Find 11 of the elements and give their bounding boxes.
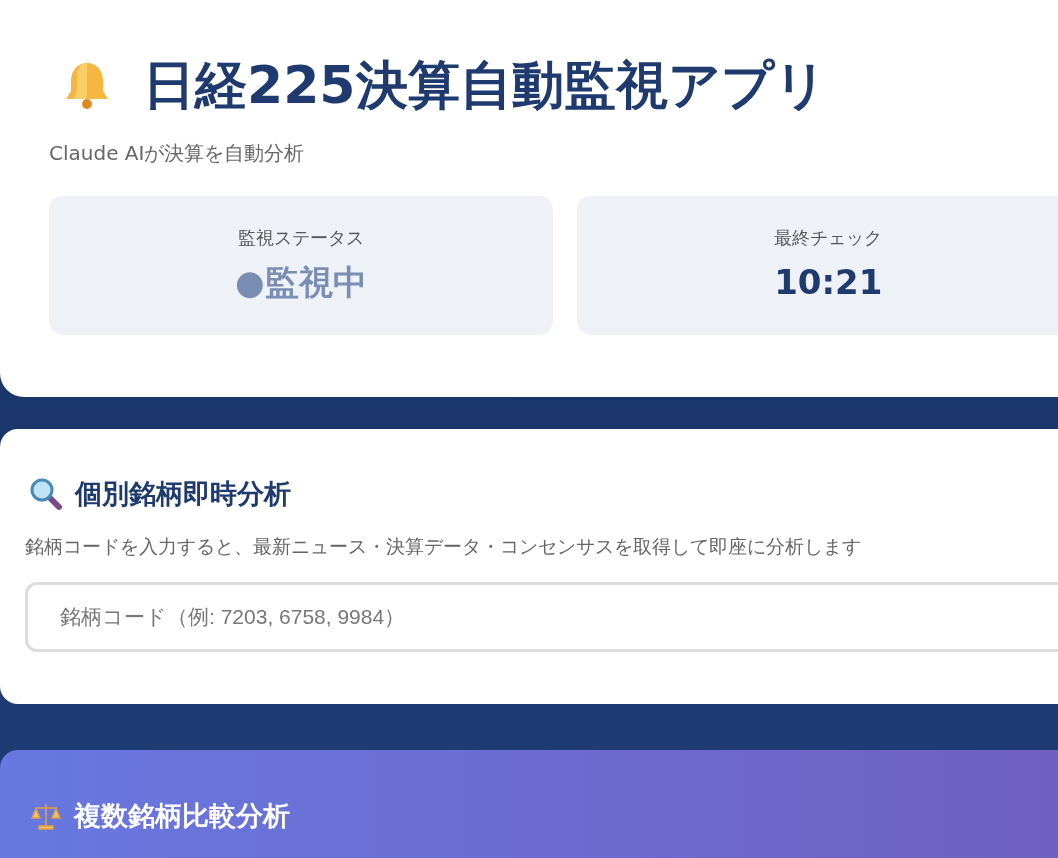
subtitle: Claude AIが決算を自動分析	[49, 140, 306, 167]
section-title: 個別銘柄即時分析	[75, 477, 291, 511]
stock-code-input[interactable]: 銘柄コード（例: 7203, 6758, 9984）	[25, 582, 1058, 653]
stat-label: 監視ステータス	[237, 225, 364, 250]
search-icon	[29, 477, 63, 512]
section-title: 複数銘柄比較分析	[74, 799, 290, 833]
section-description: 銘柄コードを入力すると、最新ニュース・決算データ・コンセンサスを取得して即座に分析します	[25, 534, 862, 559]
stat-value: ●監視中	[234, 260, 367, 304]
app-title: 日経225決算自動監視アプリ	[143, 54, 827, 117]
stat-label: 最終チェック	[774, 225, 883, 250]
stat-value: 10:21	[774, 260, 883, 304]
